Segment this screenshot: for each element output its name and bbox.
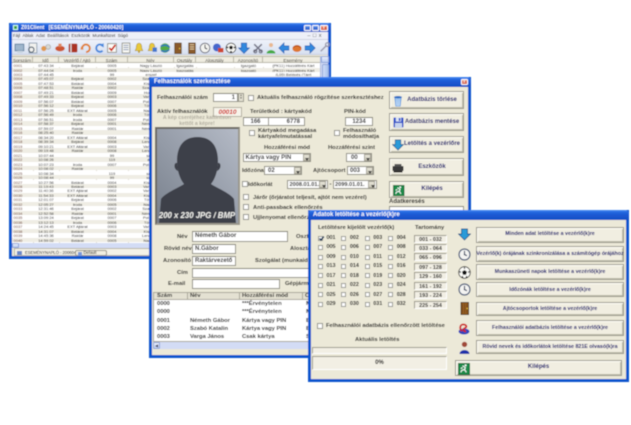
svg-text:200 x 230 JPG / BMP: 200 x 230 JPG / BMP xyxy=(158,211,236,220)
